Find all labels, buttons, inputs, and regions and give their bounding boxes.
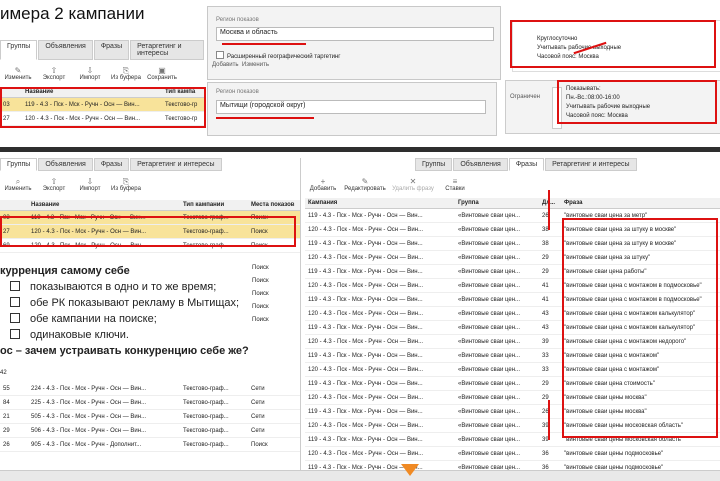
region-input[interactable]: Мытищи (городской округ) bbox=[216, 100, 486, 114]
add-button[interactable]: Добавить bbox=[212, 62, 239, 68]
add-phrase-button[interactable]: + Добавить bbox=[305, 177, 341, 192]
top-toolbar: ✎ Изменить ⇧ Экспорт ⇩ Импорт ⎘ Из буфера ▣ С… bbox=[0, 66, 205, 81]
tab-retargeting[interactable]: Ретаргетинг и интересы bbox=[545, 158, 637, 171]
place-column-tail: Поиск Поиск Поиск Поиск Поиск bbox=[252, 265, 269, 323]
stack-icon: ≡ bbox=[452, 177, 458, 186]
underline-mark bbox=[222, 43, 306, 45]
competition-notes: курренция самому себе показываются в одн… bbox=[0, 263, 252, 357]
table-header: КампанияГруппаДл...Фраза bbox=[305, 198, 720, 209]
tab-retargeting[interactable]: Ретаргетинг и интересы bbox=[130, 158, 222, 171]
down-arrow-icon bbox=[401, 464, 419, 476]
table-row[interactable]: 84 225 - 4.3 - Пск - Мск - Ручн - Осн — В… bbox=[0, 395, 300, 410]
delete-phrase-button[interactable]: ✕ Удалить фразу bbox=[389, 177, 437, 192]
import-icon: ⇩ bbox=[86, 177, 94, 186]
annotation-box bbox=[0, 87, 206, 128]
table-row[interactable]: 21 505 - 4.3 - Пск - Мск - Ручн - Осн — В… bbox=[0, 409, 300, 424]
table-row[interactable]: 29 506 - 4.3 - Пск - Мск - Ручн - Осн — В… bbox=[0, 423, 300, 438]
edit-button[interactable]: ⌕ Изменить bbox=[0, 177, 36, 192]
notes-item: одинаковые ключи. bbox=[0, 327, 252, 343]
search-icon: ⌕ bbox=[15, 177, 21, 186]
export-button[interactable]: ⇧ Экспорт bbox=[36, 66, 72, 81]
table-row[interactable]: 120 - 4.3 - Пск - Мск - Ручн - Осн — Вин… bbox=[305, 446, 720, 461]
region-label: Регион показов bbox=[216, 89, 259, 95]
notes-item: обе РК показывают рекламу в Мытищах; bbox=[0, 295, 252, 311]
table-row[interactable]: 26 905 - 4.3 - Пск - Мск - Ручн - Дополни… bbox=[0, 437, 300, 452]
checkbox-icon bbox=[10, 313, 20, 323]
paste-icon: ⎘ bbox=[122, 66, 130, 75]
tab-ads[interactable]: Объявления bbox=[38, 158, 93, 171]
right-tabs: Группы Объявления Фразы Ретаргетинг и ин… bbox=[415, 158, 720, 171]
checkbox-icon bbox=[10, 297, 20, 307]
pencil-icon: ✎ bbox=[361, 177, 369, 186]
checkbox-icon bbox=[216, 51, 224, 59]
save-button[interactable]: ▣ Сохранить bbox=[144, 66, 180, 81]
plus-icon: + bbox=[320, 177, 326, 186]
annotation-line bbox=[548, 190, 550, 230]
tab-retargeting[interactable]: Ретаргетинг и интересы bbox=[130, 40, 204, 60]
tab-ads[interactable]: Объявления bbox=[453, 158, 508, 171]
table-row[interactable]: 55 224 - 4.3 - Пск - Мск - Ручн - Осн — В… bbox=[0, 382, 300, 396]
tab-groups[interactable]: Группы bbox=[415, 158, 453, 171]
popup-actions: Добавить Изменить bbox=[212, 62, 500, 68]
annotation-box bbox=[0, 216, 296, 247]
export-icon: ⇧ bbox=[50, 177, 58, 186]
bids-button[interactable]: ≡ Ставки bbox=[437, 177, 473, 192]
edit-phrase-button[interactable]: ✎ Редактировать bbox=[341, 177, 389, 192]
left-bottom-table: 55 224 - 4.3 - Пск - Мск - Ручн - Осн — В… bbox=[0, 382, 300, 452]
save-icon: ▣ bbox=[158, 66, 166, 75]
checkbox-icon bbox=[10, 329, 20, 339]
divider-bar bbox=[0, 147, 720, 152]
tab-phrases[interactable]: Фразы bbox=[93, 40, 130, 60]
paste-icon: ⎘ bbox=[122, 177, 130, 186]
tab-phrases[interactable]: Фразы bbox=[93, 158, 130, 171]
delete-icon: ✕ bbox=[409, 177, 417, 186]
extended-geo-checkbox[interactable]: Расширенный географический таргетинг bbox=[216, 51, 500, 60]
notes-item: показываются в одно и то же время; bbox=[0, 279, 252, 295]
tab-groups[interactable]: Группы bbox=[0, 40, 38, 60]
export-button[interactable]: ⇧ Экспорт bbox=[36, 177, 72, 192]
limit-label: Ограничен bbox=[510, 94, 540, 100]
import-button[interactable]: ⇩ Импорт bbox=[72, 177, 108, 192]
horizontal-scrollbar[interactable] bbox=[0, 470, 720, 481]
table-header: Название Тип кампании Места показов bbox=[0, 200, 300, 211]
left-tabs: Группы Объявления Фразы Ретаргетинг и ин… bbox=[0, 158, 300, 171]
left-toolbar: ⌕ Изменить ⇧ Экспорт ⇩ Импорт ⎘ Из буфера bbox=[0, 177, 300, 192]
paste-button[interactable]: ⎘ Из буфера bbox=[108, 177, 144, 192]
change-button[interactable]: Изменить bbox=[242, 62, 269, 68]
annotation-box bbox=[557, 80, 717, 124]
region-label: Регион показов bbox=[216, 17, 259, 23]
underline-mark bbox=[216, 117, 314, 119]
pencil-icon: ✎ bbox=[14, 66, 22, 75]
export-icon: ⇧ bbox=[50, 66, 58, 75]
top-tabs: Группы Объявления Фразы Ретаргетинг и ин… bbox=[0, 40, 205, 60]
edit-button[interactable]: ✎ Изменить bbox=[0, 66, 36, 81]
page-title: имера 2 кампании bbox=[0, 4, 145, 23]
region-popup-mytishchi: Регион показов Мытищи (городской округ) bbox=[207, 82, 497, 136]
annotation-line bbox=[548, 400, 550, 440]
checkbox-icon bbox=[10, 281, 20, 291]
import-icon: ⇩ bbox=[86, 66, 94, 75]
annotation-box bbox=[510, 20, 716, 68]
region-input[interactable]: Москва и область bbox=[216, 27, 494, 41]
notes-item: обе кампании на поиске; bbox=[0, 311, 252, 327]
row-id: 42 bbox=[0, 370, 7, 376]
annotation-box bbox=[562, 218, 718, 438]
right-toolbar: + Добавить ✎ Редактировать ✕ Удалить фразу … bbox=[305, 177, 720, 192]
paste-button[interactable]: ⎘ Из буфера bbox=[108, 66, 144, 81]
tab-groups[interactable]: Группы bbox=[0, 158, 38, 171]
notes-heading: курренция самому себе bbox=[0, 265, 130, 277]
notes-question: ос – зачем устраивать конкуренцию себе ж… bbox=[0, 345, 249, 357]
tab-ads[interactable]: Объявления bbox=[38, 40, 93, 60]
tab-phrases[interactable]: Фразы bbox=[508, 158, 545, 171]
import-button[interactable]: ⇩ Импорт bbox=[72, 66, 108, 81]
